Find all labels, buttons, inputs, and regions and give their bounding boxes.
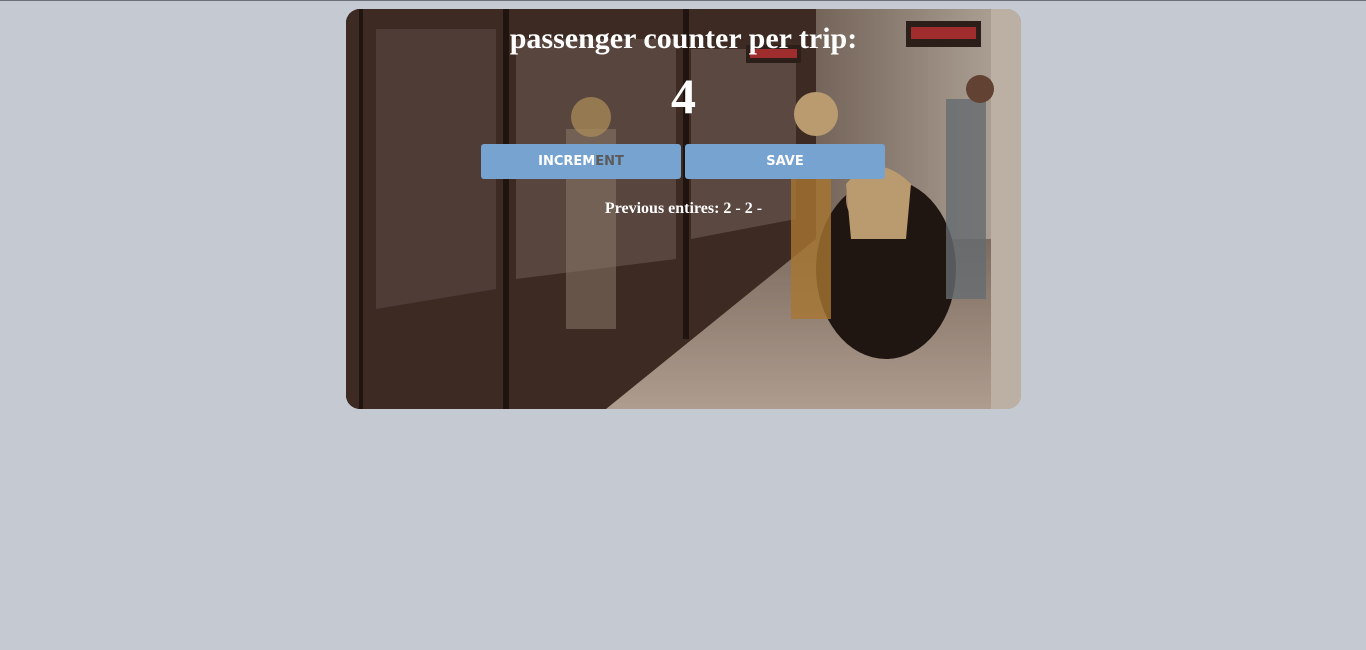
browser-top-border [0,0,1366,1]
increment-label-head: INCREM [538,154,596,169]
increment-label-tail: ENT [595,154,624,169]
previous-entries: Previous entires: 2 - 2 - [604,200,763,217]
save-button[interactable]: SAVE [685,144,885,179]
passenger-count: 4 [671,68,696,124]
counter-card: passenger counter per trip: 4 INCREMENT … [346,9,1021,409]
page-title: passenger counter per trip: [509,22,858,55]
increment-button[interactable]: INCREMENT [481,144,681,179]
